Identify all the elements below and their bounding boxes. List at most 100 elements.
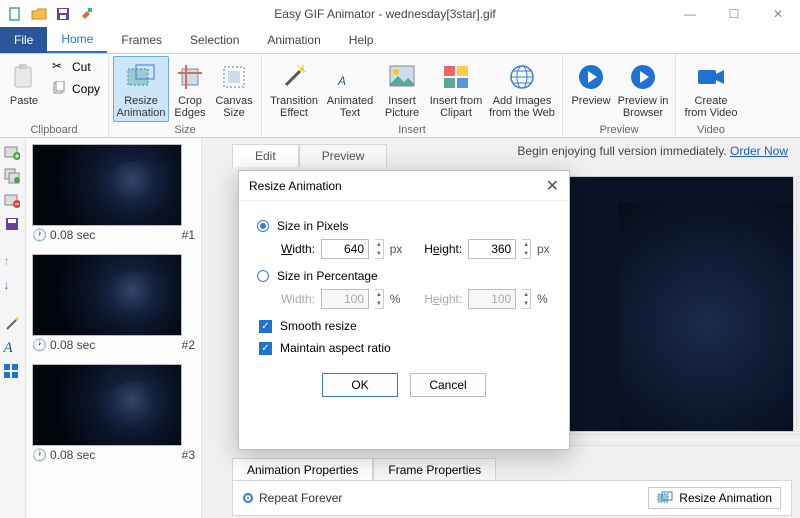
scissors-icon: ✂: [52, 59, 68, 75]
resize-animation-dialog: Resize Animation ✕ Size in Pixels Width:…: [238, 170, 570, 450]
crop-icon: [174, 61, 206, 93]
resize-animation-panel-button[interactable]: Resize Animation: [648, 487, 781, 509]
wand-tool-icon[interactable]: [4, 316, 22, 334]
order-now-link[interactable]: Order Now: [730, 144, 788, 158]
frame-thumbnail[interactable]: [32, 144, 182, 226]
width-pct-label: Width:: [281, 292, 315, 306]
file-tab[interactable]: File: [0, 27, 47, 53]
tool-icon[interactable]: [76, 3, 98, 25]
play-icon: [575, 61, 607, 93]
tab-animation[interactable]: Animation: [253, 27, 334, 53]
open-icon[interactable]: [28, 3, 50, 25]
tab-home[interactable]: Home: [47, 27, 107, 53]
quick-access-toolbar: [4, 3, 98, 25]
properties-panel: Repeat Forever Resize Animation: [232, 480, 792, 516]
repeat-forever-radio[interactable]: Repeat Forever: [243, 491, 342, 505]
smooth-resize-checkbox[interactable]: ✓Smooth resize: [259, 319, 551, 333]
new-icon[interactable]: [4, 3, 26, 25]
transition-effect-button[interactable]: Transition Effect: [266, 56, 322, 122]
frame-thumbnail[interactable]: [32, 254, 182, 336]
save-icon[interactable]: [52, 3, 74, 25]
preview-canvas[interactable]: [544, 176, 794, 432]
add-images-web-button[interactable]: Add Images from the Web: [486, 56, 558, 122]
copy-button[interactable]: Copy: [48, 78, 104, 100]
window-controls: — ☐ ✕: [672, 2, 796, 26]
preview-button[interactable]: Preview: [567, 56, 615, 122]
width-pct-input: [321, 289, 369, 309]
tab-preview[interactable]: Preview: [299, 144, 388, 167]
width-px-spinner[interactable]: ▲▼: [375, 239, 384, 259]
clock-icon: 🕐: [32, 228, 47, 242]
radio-icon: [257, 220, 269, 232]
minimize-button[interactable]: —: [672, 2, 708, 26]
titlebar: Easy GIF Animator - wednesday[3star].gif…: [0, 0, 800, 28]
clipart-icon: [440, 61, 472, 93]
ok-button[interactable]: OK: [322, 373, 398, 397]
frame-item[interactable]: 🕐0.08 sec#2: [32, 254, 195, 352]
text-tool-icon[interactable]: A: [4, 340, 22, 358]
checkbox-icon: ✓: [259, 320, 272, 333]
ribbon-tabs: File Home Frames Selection Animation Hel…: [0, 28, 800, 54]
resize-animation-button[interactable]: Resize Animation: [113, 56, 169, 122]
clock-icon: 🕐: [32, 338, 47, 352]
size-percentage-radio[interactable]: Size in Percentage: [257, 269, 551, 283]
radio-icon: [243, 493, 253, 503]
height-pct-label: Height:: [424, 292, 462, 306]
ribbon: Paste ✂Cut Copy Clipboard Resize Animati…: [0, 54, 800, 138]
tab-frame-properties[interactable]: Frame Properties: [373, 458, 496, 481]
canvas-size-button[interactable]: Canvas Size: [211, 56, 257, 122]
frame-item[interactable]: 🕐0.08 sec#1: [32, 144, 195, 242]
horizontal-scrollbar[interactable]: [544, 434, 800, 446]
aspect-ratio-checkbox[interactable]: ✓Maintain aspect ratio: [259, 341, 551, 355]
globe-icon: [506, 61, 538, 93]
frame-item[interactable]: 🕐0.08 sec#3: [32, 364, 195, 462]
cancel-button[interactable]: Cancel: [410, 373, 486, 397]
checkbox-icon: ✓: [259, 342, 272, 355]
tool-duplicate-icon[interactable]: [4, 168, 22, 186]
arrow-up-icon[interactable]: ↑: [4, 254, 22, 272]
clock-icon: 🕐: [32, 448, 47, 462]
tab-edit[interactable]: Edit: [232, 144, 299, 167]
text-icon: A: [334, 61, 366, 93]
maximize-button[interactable]: ☐: [716, 2, 752, 26]
height-label: Height:: [424, 242, 462, 256]
crop-edges-button[interactable]: Crop Edges: [169, 56, 211, 122]
tab-frames[interactable]: Frames: [107, 27, 176, 53]
group-size: Resize Animation Crop Edges Canvas Size …: [109, 54, 262, 137]
grid-tool-icon[interactable]: [4, 364, 22, 382]
tool-delete-icon[interactable]: [4, 192, 22, 210]
animated-text-button[interactable]: AAnimated Text: [322, 56, 378, 122]
radio-icon: [257, 270, 269, 282]
resize-icon: [657, 491, 673, 505]
dialog-close-button[interactable]: ✕: [546, 176, 559, 196]
picture-icon: [386, 61, 418, 93]
frame-thumbnail[interactable]: [32, 364, 182, 446]
frames-panel: 🕐0.08 sec#1 🕐0.08 sec#2 🕐0.08 sec#3: [26, 138, 202, 518]
arrow-down-icon[interactable]: ↓: [4, 278, 22, 296]
play-browser-icon: [627, 61, 659, 93]
close-button[interactable]: ✕: [760, 2, 796, 26]
insert-clipart-button[interactable]: Insert from Clipart: [426, 56, 486, 122]
size-pixels-radio[interactable]: Size in Pixels: [257, 219, 551, 233]
width-px-input[interactable]: [321, 239, 369, 259]
tab-selection[interactable]: Selection: [176, 27, 253, 53]
svg-text:A: A: [337, 74, 346, 88]
paste-button[interactable]: Paste: [4, 56, 44, 122]
group-preview: Preview Preview in Browser Preview: [563, 54, 676, 137]
tool-add-icon[interactable]: [4, 144, 22, 162]
canvas-icon: [218, 61, 250, 93]
left-toolbar: ↑ ↓ A: [0, 138, 26, 518]
vertical-scrollbar[interactable]: [796, 176, 800, 432]
height-px-spinner[interactable]: ▲▼: [522, 239, 531, 259]
preview-browser-button[interactable]: Preview in Browser: [615, 56, 671, 122]
create-from-video-button[interactable]: Create from Video: [680, 56, 742, 122]
insert-picture-button[interactable]: Insert Picture: [378, 56, 426, 122]
tab-animation-properties[interactable]: Animation Properties: [232, 458, 373, 481]
wand-icon: [278, 61, 310, 93]
cut-button[interactable]: ✂Cut: [48, 56, 104, 78]
tool-save-frame-icon[interactable]: [4, 216, 22, 234]
height-px-input[interactable]: [468, 239, 516, 259]
width-pct-spinner: ▲▼: [375, 289, 384, 309]
tab-help[interactable]: Help: [335, 27, 388, 53]
properties-tabs: Animation Properties Frame Properties: [232, 458, 496, 481]
